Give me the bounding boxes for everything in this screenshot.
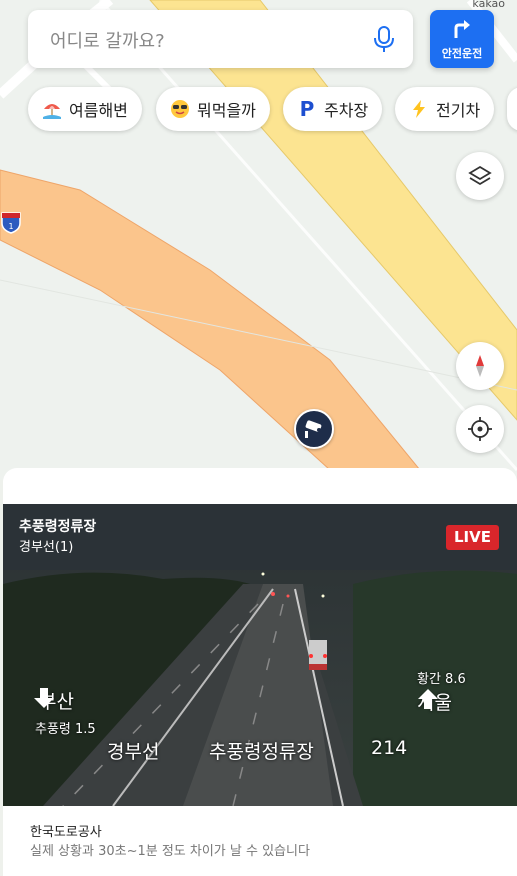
compass-icon (476, 355, 484, 377)
delay-note: 실제 상황과 30초~1분 정도 차이가 날 수 있습니다 (30, 844, 310, 859)
chip-ev[interactable]: 전기차 (395, 87, 495, 131)
parking-icon: P (299, 97, 315, 121)
current-location-button[interactable] (456, 405, 504, 453)
chip-food[interactable]: 뭐먹을까 (156, 87, 270, 131)
cctv-video[interactable]: 추풍령정류장 경부선(1) LIVE 부산 추풍령 1.5 황간 8.6 서울 … (3, 504, 517, 806)
lightning-icon (409, 99, 429, 119)
cctv-road: 경부선(1) (19, 540, 74, 555)
live-badge: LIVE (446, 525, 499, 550)
safe-drive-label: 안전운전 (441, 47, 483, 60)
map-roads (0, 0, 517, 480)
beach-umbrella-icon (42, 99, 62, 119)
overlay-right-direction: 서울 (417, 688, 464, 715)
crosshair-icon (468, 417, 492, 441)
svg-text:1: 1 (8, 222, 13, 231)
highway-shield-icon: 1 (0, 210, 22, 234)
overlay-number: 214 (371, 737, 408, 759)
safe-drive-button[interactable]: 안전운전 (430, 10, 494, 68)
overlay-station-name: 추풍령정류장 (209, 741, 314, 763)
kakao-logo: kakao (472, 0, 505, 10)
compass-button[interactable] (456, 342, 504, 390)
map-view[interactable]: kakao 1 (0, 0, 517, 480)
chip-more[interactable] (507, 87, 517, 131)
cctv-title: 추풍령정류장 (19, 519, 97, 535)
overlay-left-sub: 추풍령 1.5 (35, 722, 96, 737)
category-chips: 여름해변 뭐먹을까 P 주차장 전기차 (0, 87, 517, 133)
overlay-road-name: 경부선 (107, 741, 160, 763)
chip-label: 뭐먹을까 (197, 101, 256, 120)
chip-label: 전기차 (436, 101, 481, 120)
chip-label: 여름해변 (69, 101, 128, 120)
overlay-right-sub: 황간 8.6 (417, 672, 466, 687)
turn-right-arrow-icon (451, 18, 473, 40)
search-bar[interactable]: 어디로 갈까요? (28, 10, 413, 68)
layers-button[interactable] (456, 152, 504, 200)
cctv-marker-icon[interactable] (294, 409, 334, 449)
layers-icon (468, 165, 492, 186)
chip-beach[interactable]: 여름해변 (28, 87, 142, 131)
chip-label: 주차장 (324, 101, 369, 120)
source-label: 한국도로공사 (30, 825, 102, 840)
chip-parking[interactable]: P 주차장 (283, 87, 383, 131)
microphone-icon[interactable] (371, 25, 397, 53)
sunglasses-emoji-icon (170, 99, 190, 119)
overlay-left-direction: 부산 (33, 687, 74, 714)
search-placeholder: 어디로 갈까요? (50, 31, 165, 52)
